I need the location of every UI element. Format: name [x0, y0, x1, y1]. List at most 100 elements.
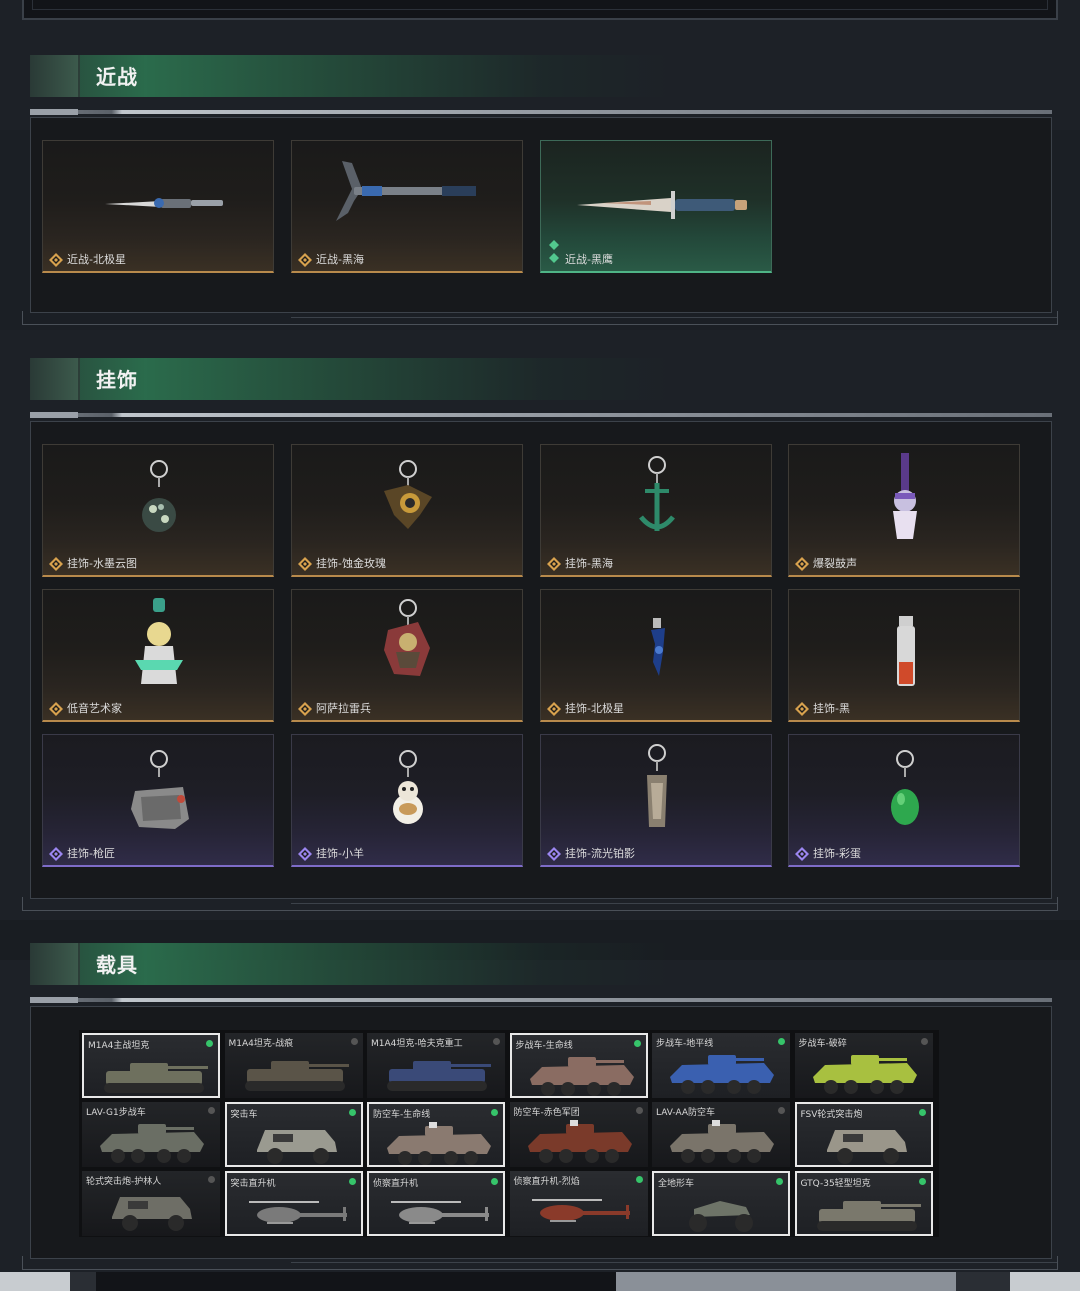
vehicle-item-label: GTQ-35轻型坦克 — [800, 1179, 871, 1189]
owned-status-dot — [208, 1176, 215, 1183]
charm-item-label: 挂饰-蚀金玫瑰 — [316, 557, 386, 570]
vehicle-image — [816, 1201, 921, 1231]
rarity-diamond-icon — [547, 701, 561, 716]
owned-status-dot — [918, 1109, 926, 1116]
charm-image — [135, 598, 183, 684]
vehicle-item-label: M1A4主战坦克 — [88, 1041, 150, 1051]
charm-image — [384, 460, 432, 529]
vehicle-item-card[interactable]: 突击直升机 — [224, 1171, 363, 1236]
charm-image — [131, 750, 189, 829]
owned-status-dot — [348, 1109, 356, 1116]
melee-section-title: 近战 — [96, 65, 138, 89]
vehicle-item-card[interactable]: M1A4坦克-哈夫克重工 — [367, 1033, 505, 1098]
owned-status-dot — [348, 1178, 356, 1185]
melee-item-label: 近战-黑海 — [316, 253, 364, 266]
vehicle-image — [689, 1201, 753, 1232]
vehicle-item-card[interactable]: 步战车-地平线 — [652, 1033, 790, 1098]
melee-item-label: 近战-黑鹰 — [565, 253, 613, 266]
bottom-strip — [0, 1272, 1080, 1291]
rarity-diamond-icon — [547, 846, 561, 861]
vehicle-item-card[interactable]: 侦察直升机-烈焰 — [509, 1171, 648, 1236]
vehicle-image — [104, 1063, 208, 1093]
vehicle-image — [391, 1201, 489, 1224]
owned-status-dot — [778, 1107, 785, 1114]
rarity-diamond-icon — [795, 846, 809, 861]
vehicle-image — [244, 1061, 349, 1091]
vehicle-image — [256, 1130, 337, 1164]
charm-item-card[interactable]: 阿萨拉雷兵 — [291, 589, 523, 722]
melee-item-card[interactable]: 近战-黑海 — [291, 140, 523, 273]
vehicle-image — [387, 1061, 491, 1091]
charm-item-card[interactable]: 挂饰-流光铂影 — [540, 734, 772, 867]
owned-status-dot — [208, 1107, 215, 1114]
vehicle-item-card[interactable]: M1A4坦克-战痕 — [224, 1033, 363, 1098]
charm-item-label: 阿萨拉雷兵 — [316, 702, 371, 715]
charm-item-label: 挂饰-流光铂影 — [565, 847, 635, 860]
vehicles-section-title: 载具 — [96, 953, 138, 977]
rarity-diamond-icon — [49, 252, 63, 267]
rarity-diamond-icon — [298, 846, 312, 861]
owned-status-dot — [635, 1107, 643, 1114]
melee-item-card[interactable]: 近战-黑鹰 — [540, 140, 772, 273]
charm-item-card[interactable]: 挂饰-小羊 — [291, 734, 523, 867]
vehicle-item-card[interactable]: FSV轮式突击炮 — [794, 1102, 933, 1167]
melee-item-card[interactable]: 近战-北极星 — [42, 140, 274, 273]
rarity-diamond-icon — [298, 701, 312, 716]
vehicle-grid: M1A4主战坦克 M1A4坦克-战痕 M1A4坦克-哈夫克重工 步战车-生命线 … — [79, 1030, 939, 1237]
rarity-diamond-icon — [547, 239, 561, 265]
charms-section-header: 挂饰 — [30, 358, 1052, 418]
vehicle-item-card[interactable]: M1A4主战坦克 — [82, 1033, 220, 1098]
vehicle-item-card[interactable]: GTQ-35轻型坦克 — [794, 1171, 933, 1236]
charm-item-label: 挂饰-枪匠 — [67, 847, 115, 860]
charm-item-card[interactable]: 低音艺术家 — [42, 589, 274, 722]
charm-item-label: 挂饰-彩蛋 — [813, 847, 861, 860]
melee-item-label: 近战-北极星 — [67, 253, 126, 266]
vehicle-item-card[interactable]: LAV-AA防空车 — [652, 1102, 790, 1167]
vehicle-item-label: M1A4坦克-战痕 — [228, 1039, 294, 1049]
vehicle-image — [826, 1130, 907, 1164]
rarity-diamond-icon — [298, 556, 312, 571]
owned-status-dot — [350, 1038, 358, 1045]
charm-image — [647, 744, 667, 827]
vehicle-item-card[interactable]: 侦察直升机 — [367, 1171, 505, 1236]
vehicle-item-label: 侦察直升机-烈焰 — [513, 1177, 580, 1187]
charm-item-card[interactable]: 挂饰-彩蛋 — [788, 734, 1020, 867]
owned-status-dot — [920, 1038, 928, 1045]
vehicle-item-card[interactable]: 突击车 — [224, 1102, 363, 1167]
vehicle-image — [812, 1055, 917, 1094]
charm-item-card[interactable]: 挂饰-水墨云图 — [42, 444, 274, 577]
charm-item-label: 低音艺术家 — [67, 702, 122, 715]
owned-status-dot — [776, 1178, 783, 1185]
vehicle-item-card[interactable]: 全地形车 — [652, 1171, 790, 1236]
vehicle-item-label: FSV轮式突击炮 — [800, 1110, 863, 1120]
charm-item-label: 挂饰-黑海 — [565, 557, 613, 570]
charm-item-card[interactable]: 挂饰-黑海 — [540, 444, 772, 577]
charm-item-card[interactable]: 挂饰-北极星 — [540, 589, 772, 722]
vehicle-item-label: 步战车-破碎 — [798, 1039, 847, 1049]
rarity-diamond-icon — [49, 701, 63, 716]
charm-item-card[interactable]: 挂饰-蚀金玫瑰 — [291, 444, 523, 577]
charm-item-label: 挂饰-水墨云图 — [67, 557, 137, 570]
vehicle-item-card[interactable]: 轮式突击炮-护林人 — [82, 1171, 220, 1236]
charm-item-card[interactable]: 挂饰-黑 — [788, 589, 1020, 722]
owned-status-dot — [635, 1176, 643, 1183]
vehicle-item-card[interactable]: 步战车-破碎 — [794, 1033, 933, 1098]
melee-section-header: 近战 — [30, 55, 1052, 115]
charm-item-card[interactable]: 爆裂鼓声 — [788, 444, 1020, 577]
vehicles-panel-frame — [22, 1256, 1058, 1270]
owned-status-dot — [918, 1178, 926, 1185]
owned-status-dot — [206, 1040, 213, 1047]
owned-status-dot — [491, 1178, 498, 1185]
charms-panel-frame — [22, 897, 1058, 911]
vehicle-item-card[interactable]: 防空车-生命线 — [367, 1102, 505, 1167]
vehicle-item-card[interactable]: 步战车-生命线 — [509, 1033, 648, 1098]
rarity-diamond-icon — [49, 846, 63, 861]
charm-image — [142, 460, 176, 532]
charm-image — [897, 616, 915, 686]
melee-weapon-image — [105, 198, 223, 208]
owned-status-dot — [633, 1040, 641, 1047]
vehicle-item-card[interactable]: LAV-G1步战车 — [82, 1102, 220, 1167]
vehicle-item-label: 步战车-地平线 — [656, 1039, 714, 1049]
charm-item-card[interactable]: 挂饰-枪匠 — [42, 734, 274, 867]
vehicle-item-card[interactable]: 防空车-赤色军团 — [509, 1102, 648, 1167]
